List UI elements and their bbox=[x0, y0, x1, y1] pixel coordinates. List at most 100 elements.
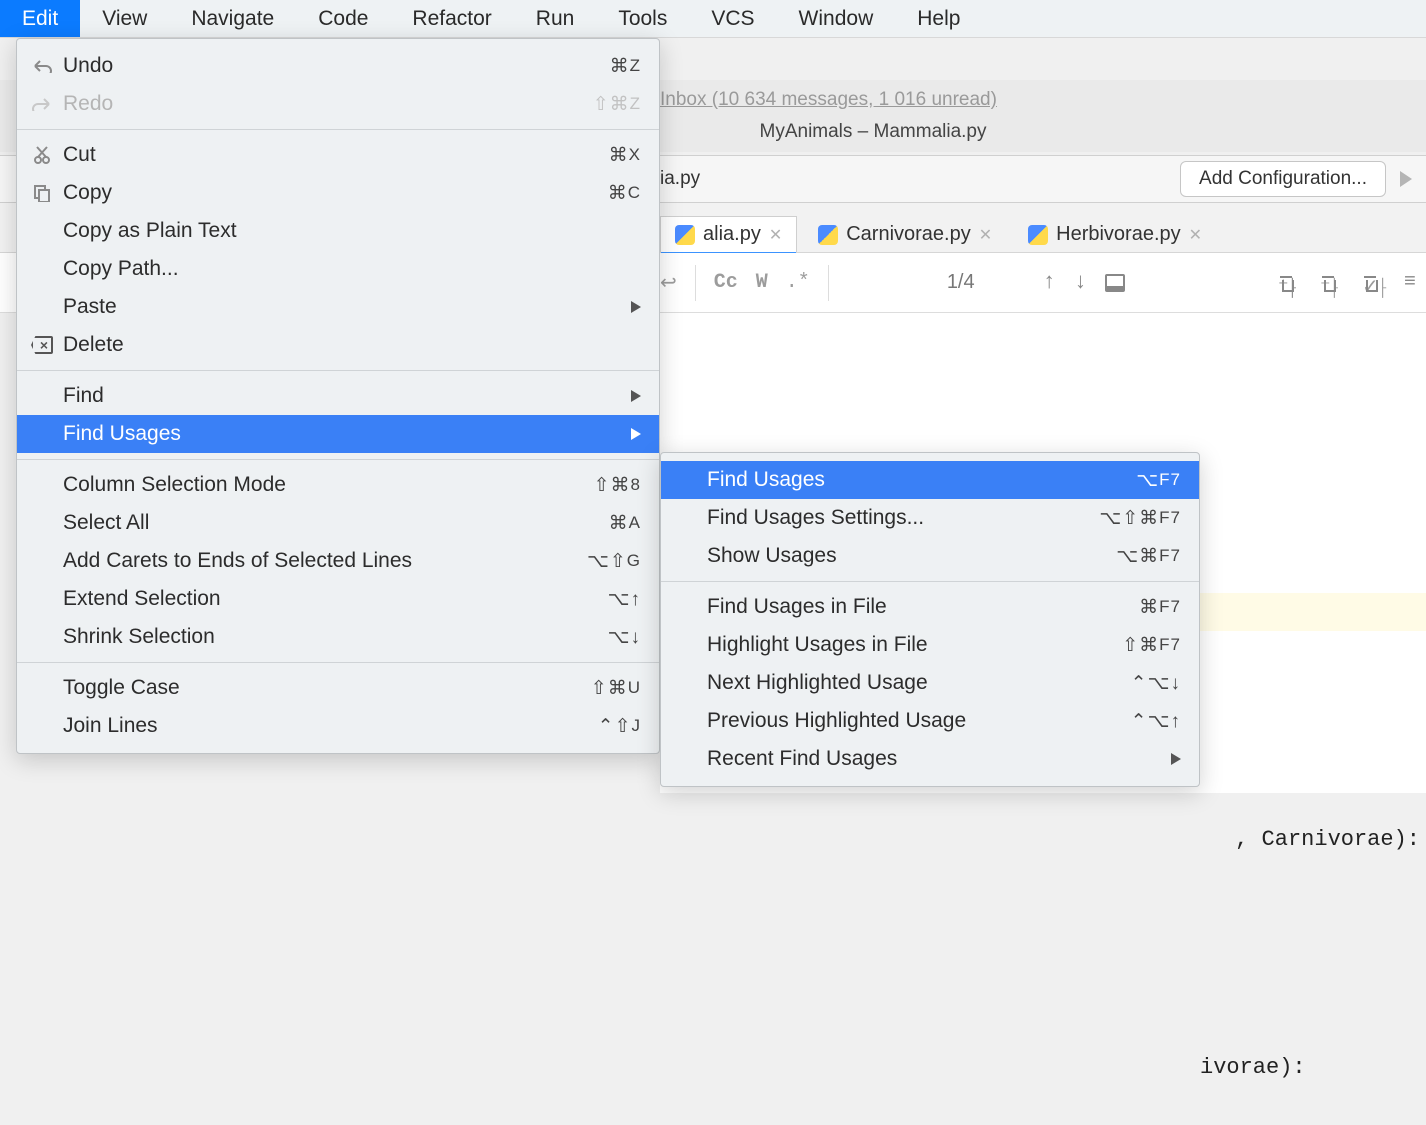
menu-item-label: Previous Highlighted Usage bbox=[707, 709, 1131, 733]
submenu-arrow-icon bbox=[631, 428, 641, 440]
menu-item-shortcut: ⌥⇧G bbox=[587, 550, 641, 573]
menu-item-shortcut: ⌃⇧J bbox=[598, 715, 641, 738]
menubar-item-window[interactable]: Window bbox=[777, 0, 896, 37]
menubar-item-view[interactable]: View bbox=[80, 0, 169, 37]
menubar: EditViewNavigateCodeRefactorRunToolsVCSW… bbox=[0, 0, 1426, 38]
edit-menu: Undo⌘ZRedo⇧⌘ZCut⌘XCopy⌘CCopy as Plain Te… bbox=[16, 38, 660, 754]
menu-item-paste[interactable]: Paste bbox=[17, 288, 659, 326]
menu-item-label: Join Lines bbox=[63, 714, 598, 738]
menu-item-label: Undo bbox=[63, 54, 610, 78]
menubar-item-help[interactable]: Help bbox=[895, 0, 982, 37]
menu-item-shortcut: ⌥↓ bbox=[608, 626, 641, 649]
menu-item-label: Paste bbox=[63, 295, 631, 319]
close-tab-icon[interactable]: ✕ bbox=[1189, 225, 1202, 245]
next-match-button[interactable]: ↓ bbox=[1074, 270, 1087, 295]
python-file-icon bbox=[1028, 225, 1048, 245]
menu-item-shortcut: ⌥↑ bbox=[608, 588, 641, 611]
submenu-arrow-icon bbox=[1171, 753, 1181, 765]
menu-separator bbox=[17, 129, 659, 130]
menu-item-shortcut: ⌥⌘F7 bbox=[1116, 545, 1181, 568]
menu-item-copy[interactable]: Copy⌘C bbox=[17, 174, 659, 212]
menu-item-label: Show Usages bbox=[707, 544, 1116, 568]
menu-item-find-usages[interactable]: Find Usages bbox=[17, 415, 659, 453]
menubar-item-tools[interactable]: Tools bbox=[596, 0, 689, 37]
menu-item-label: Copy Path... bbox=[63, 257, 641, 281]
menu-item-find-usages[interactable]: Find Usages⌥F7 bbox=[661, 461, 1199, 499]
menu-item-extend-selection[interactable]: Extend Selection⌥↑ bbox=[17, 580, 659, 618]
undo-search-icon[interactable]: ↩︎ bbox=[660, 270, 677, 296]
editor-tab-label: Herbivorae.py bbox=[1056, 223, 1181, 246]
menu-item-shortcut: ⌘X bbox=[609, 144, 641, 167]
close-tab-icon[interactable]: ✕ bbox=[769, 225, 782, 245]
menu-separator bbox=[17, 662, 659, 663]
menubar-item-vcs[interactable]: VCS bbox=[689, 0, 776, 37]
add-selection-icon[interactable]: ⁺⸠ bbox=[1278, 272, 1300, 294]
match-case-toggle[interactable]: Cc bbox=[714, 271, 738, 294]
menu-item-shortcut: ⌃⌥↑ bbox=[1131, 710, 1181, 733]
menu-item-column-selection-mode[interactable]: Column Selection Mode⇧⌘8 bbox=[17, 466, 659, 504]
menu-item-label: Find bbox=[63, 384, 631, 408]
editor-tab[interactable]: alia.py ✕ bbox=[660, 216, 797, 252]
menu-item-label: Redo bbox=[63, 92, 593, 116]
menu-item-add-carets-to-ends-of-selected-lines[interactable]: Add Carets to Ends of Selected Lines⌥⇧G bbox=[17, 542, 659, 580]
menu-item-shortcut: ⌘A bbox=[609, 512, 641, 535]
menu-item-shortcut: ⌘C bbox=[608, 182, 641, 205]
menu-item-label: Find Usages Settings... bbox=[707, 506, 1099, 530]
menu-separator bbox=[661, 581, 1199, 582]
undo-icon bbox=[31, 55, 53, 77]
menubar-item-navigate[interactable]: Navigate bbox=[169, 0, 296, 37]
menu-item-highlight-usages-in-file[interactable]: Highlight Usages in File⇧⌘F7 bbox=[661, 626, 1199, 664]
menu-item-shortcut: ⇧⌘8 bbox=[594, 474, 641, 497]
menu-item-label: Delete bbox=[63, 333, 641, 357]
menu-item-shortcut: ⌥F7 bbox=[1136, 469, 1181, 492]
menu-item-label: Toggle Case bbox=[63, 676, 591, 700]
words-toggle[interactable]: W bbox=[756, 271, 768, 294]
menu-item-delete[interactable]: Delete bbox=[17, 326, 659, 364]
menu-item-join-lines[interactable]: Join Lines⌃⇧J bbox=[17, 707, 659, 745]
menu-item-recent-find-usages[interactable]: Recent Find Usages bbox=[661, 740, 1199, 778]
prev-match-button[interactable]: ↑ bbox=[1043, 270, 1056, 295]
menu-item-shortcut: ⇧⌘Z bbox=[593, 93, 641, 116]
regex-toggle[interactable]: .* bbox=[786, 271, 810, 294]
menu-item-label: Cut bbox=[63, 143, 609, 167]
select-all-icon[interactable]: ✓⸠ bbox=[1362, 272, 1384, 294]
editor-tab[interactable]: Carnivorae.py✕ bbox=[803, 216, 1007, 252]
add-configuration-button[interactable]: Add Configuration... bbox=[1180, 161, 1386, 197]
menubar-item-refactor[interactable]: Refactor bbox=[390, 0, 513, 37]
menu-item-undo[interactable]: Undo⌘Z bbox=[17, 47, 659, 85]
run-icon[interactable] bbox=[1400, 171, 1412, 187]
python-file-icon bbox=[675, 225, 695, 245]
menubar-item-edit[interactable]: Edit bbox=[0, 0, 80, 37]
menubar-item-code[interactable]: Code bbox=[296, 0, 390, 37]
menu-item-next-highlighted-usage[interactable]: Next Highlighted Usage⌃⌥↓ bbox=[661, 664, 1199, 702]
menu-item-show-usages[interactable]: Show Usages⌥⌘F7 bbox=[661, 537, 1199, 575]
filter-icon[interactable]: ≡ bbox=[1404, 271, 1416, 294]
editor-tab[interactable]: Herbivorae.py ✕ bbox=[1013, 216, 1217, 252]
remove-selection-icon[interactable]: ⁻⸠ bbox=[1320, 272, 1342, 294]
close-tab-icon[interactable]: ✕ bbox=[979, 225, 992, 245]
menu-item-label: Find Usages in File bbox=[707, 595, 1139, 619]
menu-item-label: Next Highlighted Usage bbox=[707, 671, 1131, 695]
menu-item-shortcut: ⌘Z bbox=[610, 55, 641, 78]
code-fragment-ivorae: ivorae): bbox=[1200, 1055, 1306, 1080]
menu-item-label: Copy as Plain Text bbox=[63, 219, 641, 243]
menu-item-copy-as-plain-text[interactable]: Copy as Plain Text bbox=[17, 212, 659, 250]
menu-item-copy-path[interactable]: Copy Path... bbox=[17, 250, 659, 288]
editor-tab-label: alia.py bbox=[703, 223, 761, 246]
menu-item-find-usages-in-file[interactable]: Find Usages in File⌘F7 bbox=[661, 588, 1199, 626]
menu-item-select-all[interactable]: Select All⌘A bbox=[17, 504, 659, 542]
menu-separator bbox=[17, 459, 659, 460]
menu-item-shortcut: ⌃⌥↓ bbox=[1131, 672, 1181, 695]
menu-item-toggle-case[interactable]: Toggle Case⇧⌘U bbox=[17, 669, 659, 707]
redo-icon bbox=[31, 93, 53, 115]
menu-item-previous-highlighted-usage[interactable]: Previous Highlighted Usage⌃⌥↑ bbox=[661, 702, 1199, 740]
select-all-occurrences-icon[interactable] bbox=[1105, 274, 1125, 292]
menubar-item-run[interactable]: Run bbox=[514, 0, 597, 37]
menu-item-label: Select All bbox=[63, 511, 609, 535]
menu-item-find-usages-settings[interactable]: Find Usages Settings...⌥⇧⌘F7 bbox=[661, 499, 1199, 537]
menu-item-label: Recent Find Usages bbox=[707, 747, 1171, 771]
menu-item-find[interactable]: Find bbox=[17, 377, 659, 415]
menu-item-label: Highlight Usages in File bbox=[707, 633, 1122, 657]
menu-item-cut[interactable]: Cut⌘X bbox=[17, 136, 659, 174]
menu-item-shrink-selection[interactable]: Shrink Selection⌥↓ bbox=[17, 618, 659, 656]
